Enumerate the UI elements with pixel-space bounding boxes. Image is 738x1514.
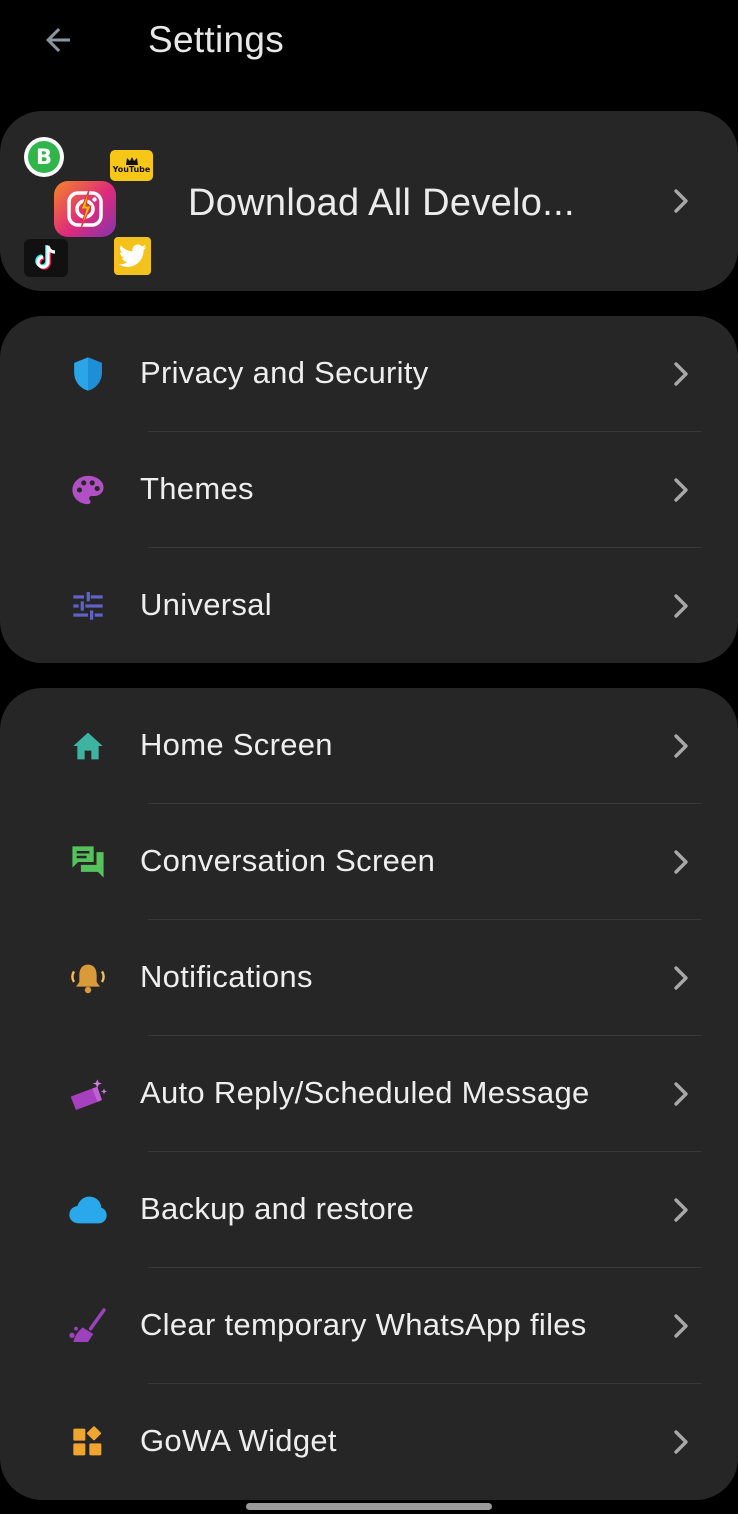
banner-label: Download All Develo... (188, 182, 575, 224)
settings-item-label: Conversation Screen (140, 843, 436, 878)
shield-icon (68, 354, 108, 394)
settings-item-universal[interactable]: Universal (0, 548, 738, 664)
settings-item-conversation-screen[interactable]: Conversation Screen (0, 804, 738, 920)
settings-item-backup-restore[interactable]: Backup and restore (0, 1152, 738, 1268)
settings-item-label: Universal (140, 587, 272, 622)
instagram-glyph (67, 189, 103, 229)
settings-item-label: Clear temporary WhatsApp files (140, 1307, 587, 1342)
youtube-badge-text: YouTube (112, 165, 151, 174)
settings-item-label: Auto Reply/Scheduled Message (140, 1075, 590, 1110)
settings-item-label: GoWA Widget (140, 1423, 337, 1458)
chevron-right-icon (670, 848, 692, 876)
broom-icon (68, 1306, 108, 1346)
tiktok-icon (24, 239, 68, 277)
chevron-right-icon (670, 592, 692, 620)
twitter-bird-glyph (118, 244, 147, 267)
settings-item-label: Backup and restore (140, 1191, 415, 1226)
settings-item-clear-temp-files[interactable]: Clear temporary WhatsApp files (0, 1268, 738, 1384)
whatsapp-business-letter: B (28, 141, 60, 173)
youtube-icon: YouTube (110, 150, 153, 181)
chevron-right-icon (670, 360, 692, 388)
page-title: Settings (148, 19, 285, 60)
settings-item-label: Privacy and Security (140, 355, 429, 390)
crown-icon (125, 157, 138, 165)
settings-item-notifications[interactable]: Notifications (0, 920, 738, 1036)
chevron-right-icon (670, 964, 692, 992)
settings-group-general: Privacy and Security Themes Universal (0, 316, 738, 663)
arrow-left-icon (46, 28, 70, 52)
cloud-icon (68, 1190, 108, 1230)
chevron-right-icon (670, 1196, 692, 1224)
tiktok-glyph (35, 245, 56, 270)
chevron-right-icon (670, 1428, 692, 1456)
settings-item-label: Notifications (140, 959, 313, 994)
settings-item-label: Themes (140, 471, 254, 506)
settings-item-themes[interactable]: Themes (0, 432, 738, 548)
back-button[interactable] (30, 16, 86, 64)
magic-wand-icon (68, 1074, 108, 1114)
settings-item-auto-reply[interactable]: Auto Reply/Scheduled Message (0, 1036, 738, 1152)
settings-group-features: Home Screen Conversation Screen Notifica… (0, 688, 738, 1500)
whatsapp-business-icon: B (24, 137, 64, 177)
chevron-right-icon (670, 1080, 692, 1108)
settings-item-label: Home Screen (140, 727, 333, 762)
chevron-right-icon (670, 1312, 692, 1340)
bell-icon (68, 958, 108, 998)
app-icons-cluster: B YouTube (22, 137, 157, 279)
home-icon (68, 726, 108, 766)
download-apps-banner[interactable]: B YouTube Download All Develo... (0, 111, 738, 291)
settings-item-privacy-security[interactable]: Privacy and Security (0, 316, 738, 432)
widget-icon (68, 1422, 108, 1462)
instagram-icon (54, 181, 116, 237)
chevron-right-icon (670, 732, 692, 760)
settings-item-gowa-widget[interactable]: GoWA Widget (0, 1384, 738, 1500)
chevron-right-icon (670, 187, 692, 215)
sliders-icon (68, 586, 108, 626)
chevron-right-icon (670, 476, 692, 504)
app-bar: Settings (0, 0, 738, 80)
home-indicator[interactable] (246, 1503, 492, 1510)
chat-icon (68, 842, 108, 882)
palette-icon (68, 470, 108, 510)
twitter-icon (114, 237, 151, 275)
settings-item-home-screen[interactable]: Home Screen (0, 688, 738, 804)
